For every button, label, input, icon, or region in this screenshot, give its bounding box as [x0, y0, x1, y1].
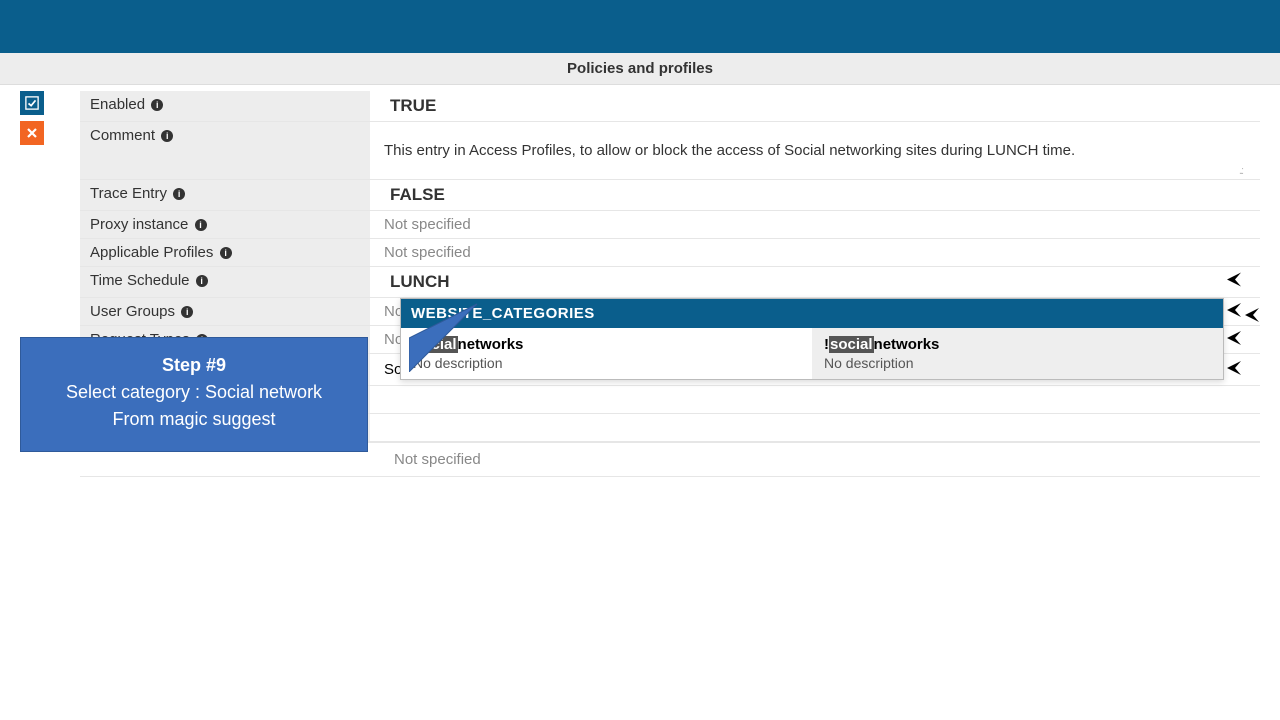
unspecified-bottom: Not specified [380, 443, 1260, 476]
value-trace-entry[interactable]: FALSE [370, 180, 1260, 211]
label-enabled: Enabled [90, 96, 145, 113]
app-header-bar [0, 0, 1280, 53]
label-proxy-instance: Proxy instance [90, 216, 188, 233]
match-suffix: networks [874, 336, 940, 353]
value-proxy-instance[interactable]: Not specified [370, 211, 1260, 239]
info-icon[interactable]: i [173, 188, 185, 200]
label-applicable-profiles: Applicable Profiles [90, 244, 213, 261]
time-schedule-text: LUNCH [390, 272, 450, 291]
page-title: Policies and profiles [0, 53, 1280, 85]
info-icon[interactable]: i [151, 99, 163, 111]
label-comment: Comment [90, 127, 155, 144]
dropdown-body: socialnetworks No description !socialnet… [401, 328, 1223, 379]
send-icon[interactable] [1226, 330, 1242, 350]
row-trace-entry: Trace Entry i FALSE [80, 180, 1260, 211]
instruction-callout: Step #9 Select category : Social network… [20, 337, 368, 452]
row-proxy-instance: Proxy instance i Not specified [80, 211, 1260, 239]
dropdown-header: WEBSITE_CATEGORIES [401, 299, 1223, 328]
value-comment[interactable]: This entry in Access Profiles, to allow … [370, 122, 1260, 180]
match-highlight: social [829, 336, 874, 353]
callout-line1: Select category : Social network [37, 379, 351, 406]
value-enabled[interactable]: TRUE [370, 91, 1260, 122]
info-icon[interactable]: i [195, 219, 207, 231]
magic-suggest-dropdown: WEBSITE_CATEGORIES socialnetworks No des… [400, 298, 1224, 380]
row-enabled: Enabled i TRUE [80, 91, 1260, 122]
side-action-icons [20, 91, 44, 145]
callout-step: Step #9 [37, 352, 351, 379]
info-icon[interactable]: i [196, 275, 208, 287]
info-icon[interactable]: i [181, 306, 193, 318]
info-icon[interactable]: i [220, 247, 232, 259]
send-icon[interactable] [1244, 307, 1260, 326]
label-time-schedule: Time Schedule [90, 272, 190, 289]
label-trace-entry: Trace Entry [90, 185, 167, 202]
value-action[interactable] [370, 414, 1260, 442]
dropdown-item-not-socialnetworks[interactable]: !socialnetworks No description [812, 328, 1223, 379]
send-icon[interactable] [1226, 272, 1242, 293]
cancel-button[interactable] [20, 121, 44, 145]
info-icon[interactable]: i [161, 130, 173, 142]
dropdown-item-desc: No description [824, 355, 1211, 371]
value-time-schedule[interactable]: LUNCH [370, 267, 1260, 298]
send-icon[interactable] [1226, 360, 1242, 380]
comment-text: This entry in Access Profiles, to allow … [384, 142, 1075, 159]
value-response-types[interactable] [370, 386, 1260, 414]
resize-handle-icon[interactable]: ..: [1239, 165, 1242, 177]
row-applicable-profiles: Applicable Profiles i Not specified [80, 239, 1260, 267]
row-time-schedule: Time Schedule i LUNCH [80, 267, 1260, 298]
row-comment: Comment i This entry in Access Profiles,… [80, 122, 1260, 180]
label-user-groups: User Groups [90, 303, 175, 320]
confirm-button[interactable] [20, 91, 44, 115]
value-applicable-profiles[interactable]: Not specified [370, 239, 1260, 267]
send-icon[interactable] [1226, 302, 1242, 322]
callout-line2: From magic suggest [37, 406, 351, 433]
